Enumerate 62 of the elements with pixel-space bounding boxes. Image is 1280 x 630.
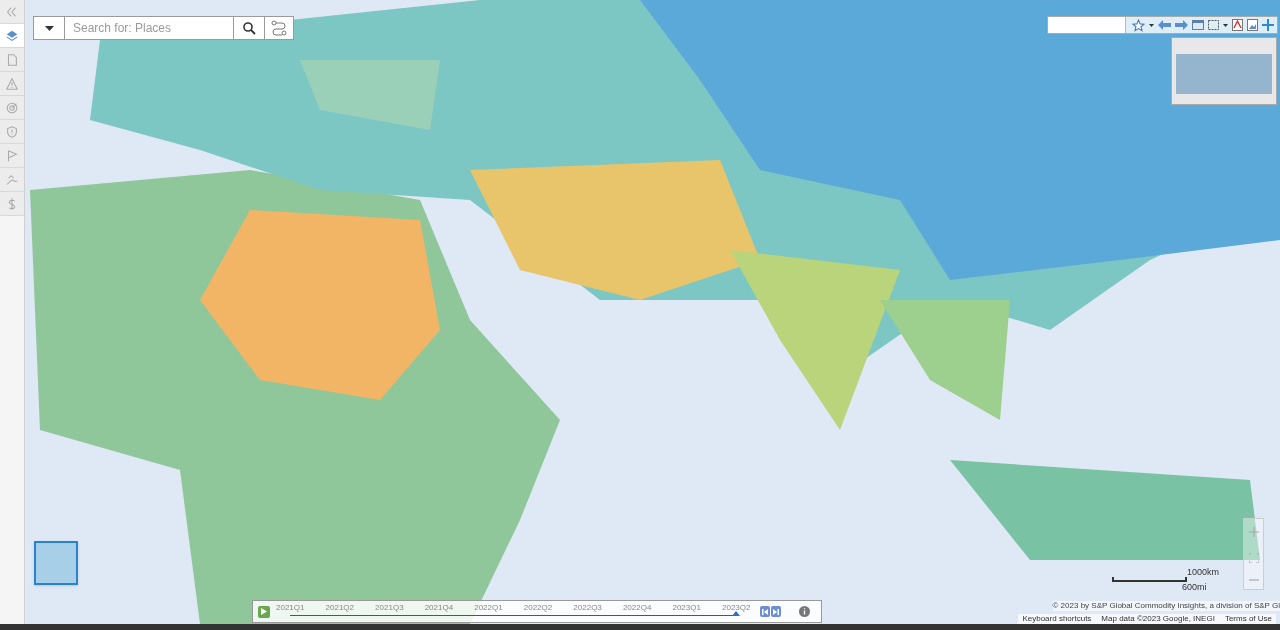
caret-icon[interactable] [1149, 23, 1154, 27]
quarter-label: 2022Q1 [474, 602, 503, 612]
quarter-label: 2023Q2 [722, 602, 751, 612]
quarter-label: 2022Q2 [523, 602, 553, 612]
step-back-button[interactable] [760, 606, 770, 617]
chart-icon [5, 172, 19, 187]
selection-icon[interactable] [1208, 20, 1219, 30]
image-icon[interactable] [1247, 19, 1258, 31]
info-icon[interactable] [799, 606, 810, 617]
sidebar-item[interactable] [0, 168, 24, 192]
shield-icon [5, 124, 19, 139]
star-icon[interactable] [1132, 18, 1145, 32]
window-icon[interactable] [1192, 20, 1204, 30]
plus-icon[interactable] [1262, 19, 1274, 31]
step-forward-icon [773, 608, 779, 615]
sidebar-item[interactable] [0, 72, 24, 96]
map-thumbnail[interactable] [34, 541, 78, 585]
attribution-link[interactable]: Map data ©2023 Google, INEGI [1101, 614, 1215, 624]
search-button[interactable] [233, 16, 265, 40]
step-back-icon [762, 608, 768, 615]
sidebar-item[interactable] [0, 0, 24, 24]
text-field[interactable] [1048, 17, 1126, 33]
quarter-label: 2021Q1 [276, 602, 305, 612]
sidebar-item[interactable] [0, 96, 24, 120]
quarter-label: 2022Q3 [573, 602, 602, 612]
play-icon [261, 608, 267, 615]
quarter-label: 2021Q3 [375, 602, 404, 612]
quarter-label: 2022Q4 [622, 602, 652, 612]
sidebar-item[interactable] [0, 192, 24, 216]
sidebar-item[interactable] [0, 24, 24, 48]
sidebar-item[interactable] [0, 120, 24, 144]
step-forward-button[interactable] [771, 606, 781, 617]
search-icon [242, 21, 256, 35]
play-button[interactable] [258, 605, 270, 618]
dropdown-button[interactable] [33, 16, 65, 40]
attribution-link[interactable]: Keyboard shortcuts [1022, 614, 1092, 624]
layers-icon [5, 28, 19, 43]
quarter-label: 2023Q1 [672, 602, 701, 612]
route-icon [271, 20, 287, 36]
scale-label: 1000km [1187, 567, 1220, 577]
quarter-label: 2021Q4 [424, 602, 454, 612]
document-icon [5, 52, 19, 67]
attribution-link[interactable]: Terms of Use [1224, 614, 1272, 624]
zoom-in-icon[interactable] [1248, 527, 1259, 537]
back-arrow-icon[interactable] [1158, 20, 1171, 30]
collapse-icon [5, 4, 19, 19]
caret-icon [44, 25, 54, 31]
caret-icon[interactable] [1223, 23, 1228, 27]
scale-label: 600mi [1182, 582, 1207, 592]
forward-arrow-icon[interactable] [1175, 20, 1188, 30]
fullscreen-icon[interactable] [1248, 553, 1259, 563]
warning-icon [5, 76, 19, 91]
pdf-icon[interactable] [1232, 19, 1243, 31]
overview-map[interactable] [1171, 37, 1277, 105]
target-icon [5, 100, 19, 115]
flag-icon [5, 148, 19, 163]
sidebar-item[interactable] [0, 48, 24, 72]
timeline-thumb[interactable] [732, 610, 740, 616]
quarter-label: 2021Q2 [325, 602, 354, 612]
copyright-text: © 2023 by S&P Global Commodity Insights, a division of S&P Gl [1052, 601, 1280, 611]
search-field[interactable]: Search for: Places [65, 16, 233, 40]
sidebar-item[interactable] [0, 144, 24, 168]
